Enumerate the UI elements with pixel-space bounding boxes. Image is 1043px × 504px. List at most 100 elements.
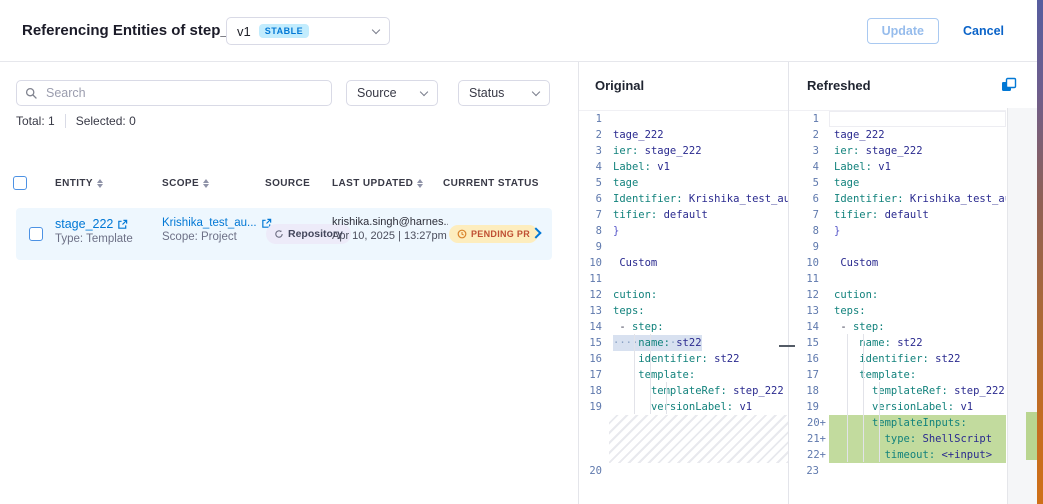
- status-filter-dropdown[interactable]: Status: [458, 80, 550, 106]
- original-pane: Original 12tage_2223ier: stage_2224Label…: [578, 62, 788, 504]
- code-line: 8}: [579, 223, 788, 239]
- line-number: 8: [789, 223, 829, 239]
- code-line: 6Identifier: Krishika_test_aut: [789, 191, 1006, 207]
- line-number: 3: [579, 143, 609, 159]
- chevron-down-icon: [420, 87, 428, 95]
- status-filter-label: Status: [469, 86, 504, 100]
- scope-cell: Krishika_test_au... Scope: Project: [162, 217, 272, 243]
- search-box[interactable]: [16, 80, 332, 106]
- code-line: 12cution:: [579, 287, 788, 303]
- line-number: 4: [579, 159, 609, 175]
- clock-icon: [457, 229, 467, 239]
- source-filter-label: Source: [357, 86, 397, 100]
- code-line: 3ier: stage_222: [579, 143, 788, 159]
- code-line: 20: [579, 463, 788, 479]
- code-line: 4Label: v1: [579, 159, 788, 175]
- line-number: 5: [789, 175, 829, 191]
- version-value: v1: [237, 24, 251, 39]
- refreshed-pane: Refreshed 12tage_2223ier: stage_2224Labe…: [788, 62, 1037, 504]
- line-number: 6: [789, 191, 829, 207]
- original-code-editor[interactable]: 12tage_2223ier: stage_2224Label: v15tage…: [579, 110, 788, 479]
- code-line: 16 identifier: st22: [579, 351, 788, 367]
- select-all-checkbox[interactable]: [13, 176, 27, 190]
- chevron-down-icon: [372, 25, 380, 33]
- code-line: 6Identifier: Krishika_test_aut: [579, 191, 788, 207]
- entities-panel: Source Status Total: 1 Selected: 0 ENTIT…: [0, 62, 578, 504]
- code-line: 5tage: [789, 175, 1006, 191]
- line-number: 11: [789, 271, 829, 287]
- code-line: 3ier: stage_222: [789, 143, 1006, 159]
- line-number: 9: [789, 239, 829, 255]
- divider: [65, 114, 66, 128]
- entity-link[interactable]: stage_222: [55, 217, 133, 231]
- entity-type: Type: Template: [55, 233, 133, 245]
- code-line: 10 Custom: [789, 255, 1006, 271]
- update-button[interactable]: Update: [867, 18, 939, 44]
- code-line: 1: [579, 111, 788, 127]
- code-line: 13teps:: [579, 303, 788, 319]
- code-line: 11: [789, 271, 1006, 287]
- line-number: 18: [789, 383, 829, 399]
- background-gradient-edge: [1037, 0, 1043, 504]
- line-number: 19: [789, 399, 829, 415]
- indent-guide: [666, 382, 667, 414]
- entity-cell: stage_222 Type: Template: [55, 217, 133, 245]
- version-select[interactable]: v1 STABLE: [226, 17, 390, 45]
- line-number: 5: [579, 175, 609, 191]
- line-number: 22+: [789, 447, 829, 463]
- column-last-updated: LAST UPDATED: [332, 178, 423, 189]
- line-number: 13: [789, 303, 829, 319]
- line-number: 4: [789, 159, 829, 175]
- code-line: 1: [789, 111, 1006, 127]
- search-input[interactable]: [44, 85, 323, 101]
- sort-entity-button[interactable]: [97, 179, 103, 188]
- referencing-entities-modal: Referencing Entities of step_222 v1 STAB…: [0, 0, 1043, 504]
- indent-guide: [879, 382, 880, 462]
- search-icon: [25, 87, 38, 100]
- line-number: 10: [789, 255, 829, 271]
- code-line: 5tage: [579, 175, 788, 191]
- source-filter-dropdown[interactable]: Source: [346, 80, 438, 106]
- line-number: 16: [579, 351, 609, 367]
- code-line: 16 identifier: st22: [789, 351, 1006, 367]
- line-number: 17: [789, 367, 829, 383]
- line-number: 7: [579, 207, 609, 223]
- line-number: 12: [789, 287, 829, 303]
- sort-last-updated-button[interactable]: [417, 179, 423, 188]
- refreshed-code-editor[interactable]: 12tage_2223ier: stage_2224Label: v15tage…: [789, 110, 1006, 479]
- column-entity: ENTITY: [55, 178, 103, 189]
- scope-sub: Scope: Project: [162, 231, 272, 243]
- line-number: 20: [579, 463, 609, 479]
- code-line: 14 - step:: [789, 319, 1006, 335]
- updated-at: Apr 10, 2025 | 13:27pm: [332, 230, 448, 242]
- updated-by: krishika.singh@harnes...: [332, 216, 448, 228]
- code-line: 8}: [789, 223, 1006, 239]
- line-number: 19: [579, 399, 609, 415]
- line-number: 15: [789, 335, 829, 351]
- refreshed-pane-title: Refreshed: [807, 78, 871, 93]
- line-number: 10: [579, 255, 609, 271]
- code-line: 2tage_222: [579, 127, 788, 143]
- column-source: SOURCE: [265, 178, 310, 189]
- chevron-down-icon: [532, 87, 540, 95]
- line-number: 12: [579, 287, 609, 303]
- row-checkbox[interactable]: [29, 227, 43, 241]
- scope-link[interactable]: Krishika_test_au...: [162, 217, 272, 229]
- line-number: 8: [579, 223, 609, 239]
- sort-scope-button[interactable]: [203, 179, 209, 188]
- code-line: 9: [789, 239, 1006, 255]
- line-number: 1: [789, 111, 829, 127]
- code-line: 19 versionLabel: v1: [789, 399, 1006, 415]
- line-number: 15: [579, 335, 609, 351]
- diff-splitter-handle[interactable]: [779, 345, 795, 347]
- status-badge: PENDING PR: [449, 225, 538, 243]
- code-line: 22+ timeout: <+input>: [789, 447, 1006, 463]
- line-number: 20+: [789, 415, 829, 431]
- cancel-button[interactable]: Cancel: [957, 23, 1010, 39]
- last-updated-cell: krishika.singh@harnes... Apr 10, 2025 | …: [332, 216, 448, 242]
- line-number: 13: [579, 303, 609, 319]
- table-row[interactable]: stage_222 Type: Template Krishika_test_a…: [16, 208, 552, 260]
- copy-icon[interactable]: [1001, 77, 1017, 93]
- indent-guide: [847, 334, 848, 462]
- code-line: 11: [579, 271, 788, 287]
